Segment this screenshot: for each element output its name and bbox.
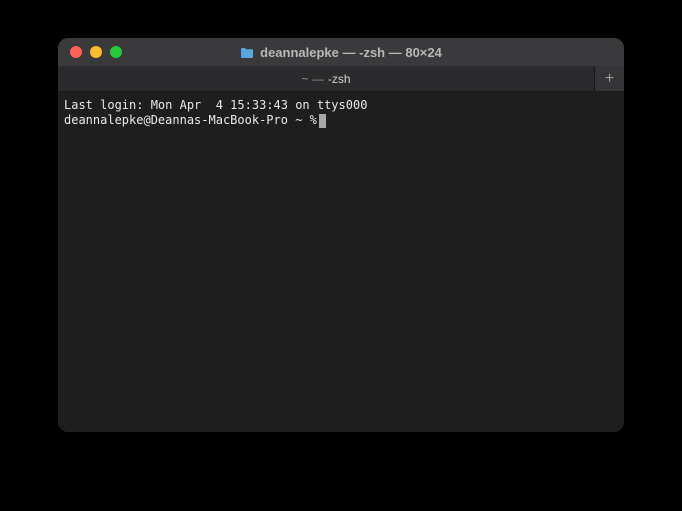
tab-prefix: ~ —: [301, 72, 323, 86]
close-button[interactable]: [70, 46, 82, 58]
traffic-lights: [58, 46, 122, 58]
window-title: deannalepke — -zsh — 80×24: [260, 45, 442, 60]
cursor: [319, 114, 326, 128]
maximize-button[interactable]: [110, 46, 122, 58]
prompt-text: deannalepke@Deannas-MacBook-Pro ~ %: [64, 113, 317, 128]
terminal-body[interactable]: Last login: Mon Apr 4 15:33:43 on ttys00…: [58, 92, 624, 432]
minimize-button[interactable]: [90, 46, 102, 58]
folder-icon: [240, 46, 254, 58]
tabbar: ~ — -zsh +: [58, 66, 624, 92]
title-center: deannalepke — -zsh — 80×24: [58, 45, 624, 60]
plus-icon: +: [605, 70, 614, 88]
tab-name: -zsh: [328, 72, 351, 86]
last-login-line: Last login: Mon Apr 4 15:33:43 on ttys00…: [64, 98, 618, 113]
titlebar[interactable]: deannalepke — -zsh — 80×24: [58, 38, 624, 66]
terminal-window: deannalepke — -zsh — 80×24 ~ — -zsh + La…: [58, 38, 624, 432]
tab-current[interactable]: ~ — -zsh: [58, 66, 594, 91]
new-tab-button[interactable]: +: [594, 66, 624, 91]
prompt-line: deannalepke@Deannas-MacBook-Pro ~ %: [64, 113, 618, 128]
